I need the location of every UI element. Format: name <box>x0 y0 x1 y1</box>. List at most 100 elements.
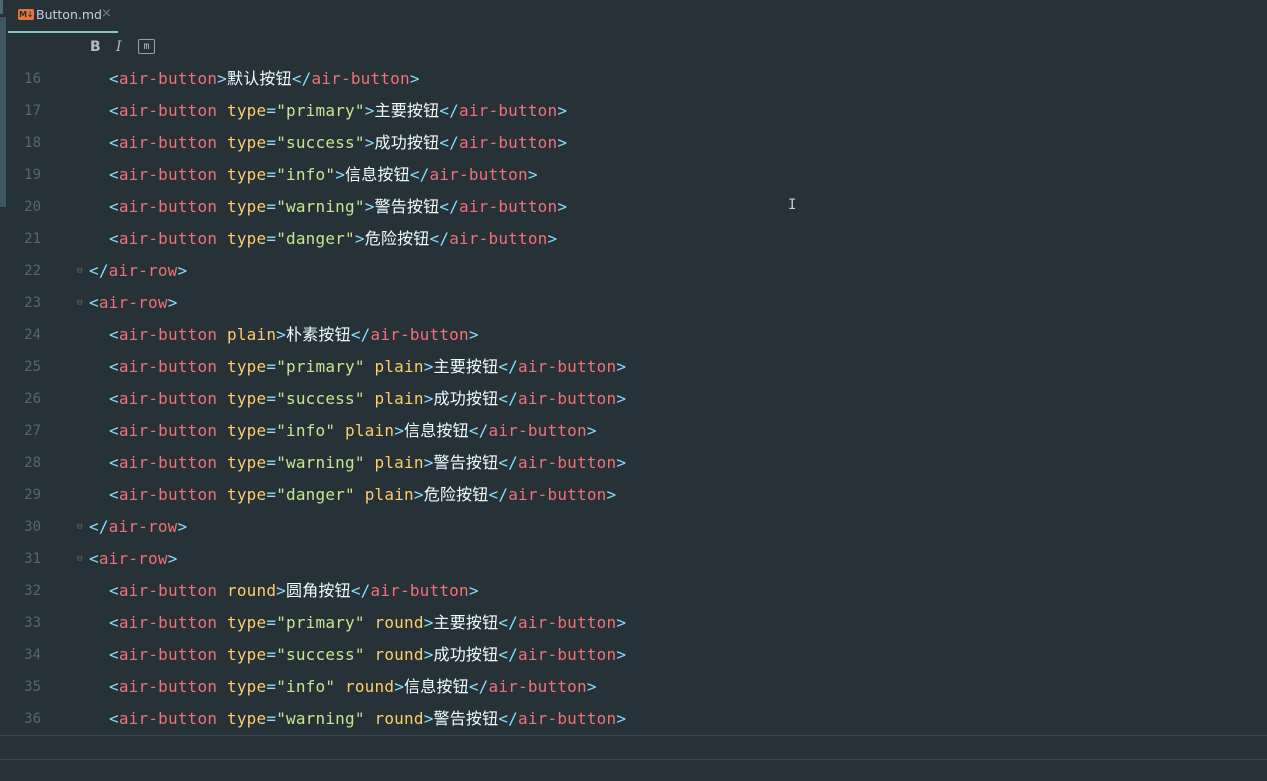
code-token: 成功按钮 <box>433 389 499 408</box>
code-line[interactable]: 29 <air-button type="danger" plain>危险按钮</… <box>8 479 1267 511</box>
code-token: < <box>109 133 119 152</box>
code-editor[interactable]: 16 <air-button>默认按钮</air-button> 17 <air-bu… <box>8 63 1267 735</box>
code-token: < <box>109 421 119 440</box>
code-token: plain <box>364 389 424 408</box>
code-token: air-button <box>518 709 617 728</box>
tab-label: Button.md <box>36 7 102 22</box>
tab-button-md[interactable]: M↓ Button.md × <box>8 0 118 33</box>
code-token: > <box>616 645 627 664</box>
close-icon[interactable]: × <box>101 6 112 21</box>
code-token: air-button <box>118 389 218 408</box>
code-token: air-button <box>118 325 218 344</box>
code-token: 主要按钮 <box>433 613 499 632</box>
code-token: < <box>109 357 119 376</box>
code-token: round <box>217 581 277 600</box>
line-number: 26 <box>24 391 41 407</box>
code-line[interactable]: 25 <air-button type="primary" plain>主要按钮<… <box>8 351 1267 383</box>
code-token: air-button <box>488 677 587 696</box>
code-line[interactable]: 35 <air-button type="info" round>信息按钮</ai… <box>8 671 1267 703</box>
code-token: plain <box>364 357 424 376</box>
code-token: < <box>109 165 119 184</box>
code-token: > <box>586 677 597 696</box>
fold-icon[interactable]: ⊟ <box>77 522 85 532</box>
code-token: "info" <box>276 677 336 696</box>
code-token: air-button <box>118 133 218 152</box>
code-token: > <box>413 485 424 504</box>
code-token: > <box>394 421 405 440</box>
code-token: = <box>266 453 277 472</box>
code-token: type <box>217 485 267 504</box>
code-token: </ <box>439 101 460 120</box>
code-token: </ <box>498 453 519 472</box>
bold-button[interactable]: B <box>90 39 101 55</box>
code-token: > <box>167 293 178 312</box>
code-text: <air-button type="warning" round>警告按钮</a… <box>109 703 626 735</box>
code-token: "primary" <box>276 357 365 376</box>
code-token: 危险按钮 <box>423 485 489 504</box>
code-token: type <box>217 165 267 184</box>
code-token: type <box>217 357 267 376</box>
code-line[interactable]: 20 <air-button type="warning">警告按钮</air-b… <box>8 191 1267 223</box>
code-token: </ <box>350 325 371 344</box>
code-token: 信息按钮 <box>404 677 469 696</box>
fold-icon[interactable]: ⊟ <box>77 266 85 276</box>
code-token: </ <box>498 613 519 632</box>
fold-icon[interactable]: ⊟ <box>77 298 85 308</box>
code-line[interactable]: 31 ⊟ <air-row> <box>8 543 1267 575</box>
status-bar <box>0 735 1267 781</box>
line-number: 31 <box>24 551 41 567</box>
code-line[interactable]: 19 <air-button type="info">信息按钮</air-butt… <box>8 159 1267 191</box>
code-token: air-button <box>370 325 469 344</box>
fold-icon[interactable]: ⊟ <box>77 554 85 564</box>
code-token: round <box>335 677 395 696</box>
code-line[interactable]: 30 ⊟ </air-row> <box>8 511 1267 543</box>
code-line[interactable]: 33 <air-button type="primary" round>主要按钮<… <box>8 607 1267 639</box>
code-line[interactable]: 17 <air-button type="primary">主要按钮</air-b… <box>8 95 1267 127</box>
code-token: air-button <box>118 677 218 696</box>
line-number: 29 <box>24 487 41 503</box>
line-number: 23 <box>24 295 41 311</box>
code-token: air-button <box>118 421 218 440</box>
left-scroll-thumb[interactable] <box>0 17 6 207</box>
line-number: 36 <box>24 711 41 727</box>
code-line[interactable]: 21 <air-button type="danger">危险按钮</air-bu… <box>8 223 1267 255</box>
code-token: < <box>89 293 99 312</box>
code-text: </air-row> <box>89 255 187 287</box>
code-token: > <box>616 389 627 408</box>
code-line[interactable]: 36 <air-button type="warning" round>警告按钮<… <box>8 703 1267 735</box>
monospace-button[interactable]: m <box>138 39 155 54</box>
code-token: </ <box>468 421 489 440</box>
code-token: "success" <box>276 389 365 408</box>
code-line[interactable]: 32 <air-button round>圆角按钮</air-button> <box>8 575 1267 607</box>
code-text: <air-button type="info" plain>信息按钮</air-… <box>109 415 597 447</box>
code-line[interactable]: 28 <air-button type="warning" plain>警告按钮<… <box>8 447 1267 479</box>
italic-button[interactable]: I <box>116 39 122 55</box>
code-line[interactable]: 16 <air-button>默认按钮</air-button> <box>8 63 1267 95</box>
code-token: = <box>266 389 277 408</box>
text-cursor-icon: I <box>788 197 797 213</box>
markdown-icon: M↓ <box>18 9 34 20</box>
line-number: 25 <box>24 359 41 375</box>
code-token: plain <box>364 453 424 472</box>
code-line[interactable]: 26 <air-button type="success" plain>成功按钮<… <box>8 383 1267 415</box>
code-token: < <box>109 613 119 632</box>
line-number: 34 <box>24 647 41 663</box>
code-line[interactable]: 23 ⊟ <air-row> <box>8 287 1267 319</box>
line-number: 18 <box>24 135 41 151</box>
code-text: <air-button type="warning" plain>警告按钮</a… <box>109 447 626 479</box>
code-token: = <box>266 613 277 632</box>
code-token: "success" <box>276 133 365 152</box>
left-scroll-strip[interactable] <box>0 0 8 780</box>
code-token: > <box>177 517 188 536</box>
line-number: 17 <box>24 103 41 119</box>
code-line[interactable]: 27 <air-button type="info" plain>信息按钮</ai… <box>8 415 1267 447</box>
code-token: > <box>527 165 538 184</box>
code-line[interactable]: 24 <air-button plain>朴素按钮</air-button> <box>8 319 1267 351</box>
code-token: 朴素按钮 <box>286 325 351 344</box>
code-line[interactable]: 34 <air-button type="success" round>成功按钮<… <box>8 639 1267 671</box>
code-line[interactable]: 22 ⊟ </air-row> <box>8 255 1267 287</box>
code-token: type <box>217 133 267 152</box>
code-token: air-button <box>118 453 218 472</box>
code-line[interactable]: 18 <air-button type="success">成功按钮</air-b… <box>8 127 1267 159</box>
code-token: > <box>586 421 597 440</box>
